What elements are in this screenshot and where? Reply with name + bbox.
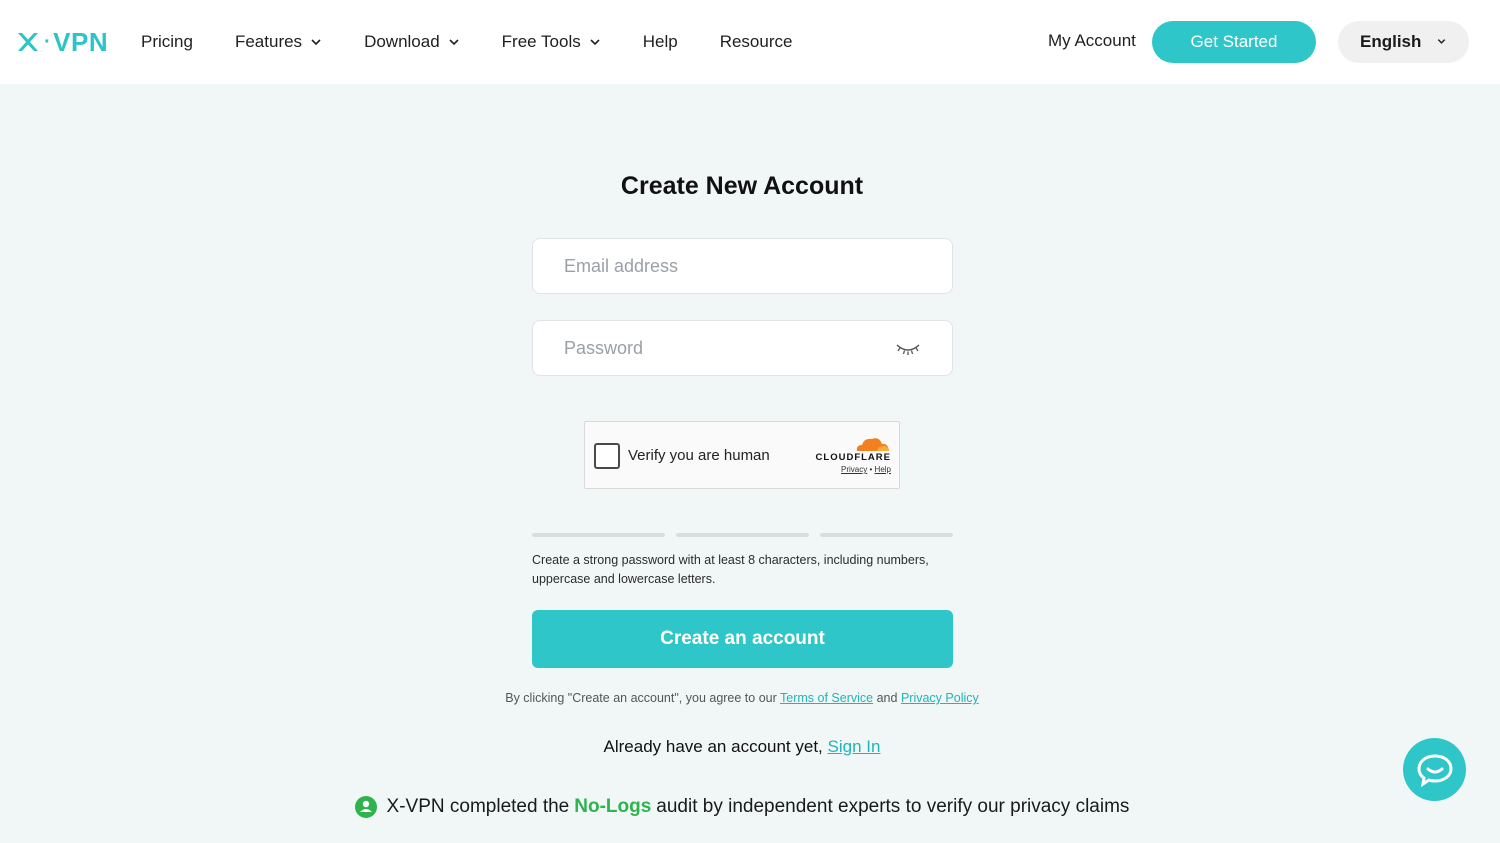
create-account-button[interactable]: Create an account [532,610,953,668]
captcha-label: Verify you are human [628,447,770,464]
password-strength-bar-2 [676,533,809,537]
terms-notice: By clicking "Create an account", you agr… [0,691,1484,705]
x-logo-icon [18,33,38,51]
terms-of-service-link[interactable]: Terms of Service [780,691,873,705]
password-strength-bar-3 [820,533,953,537]
terms-prefix: By clicking "Create an account", you agr… [505,691,777,705]
chevron-down-icon [449,39,459,46]
password-input[interactable] [533,321,952,375]
nav-item-download[interactable]: Download [364,32,460,52]
nav-item-pricing[interactable]: Pricing [141,32,193,52]
cloudflare-captcha: Verify you are human CLOUDFLARE Privacy … [584,421,900,489]
logo-text: VPN [53,26,109,57]
nav-label: Help [642,32,678,51]
audit-suffix: audit by independent experts to verify o… [656,796,1130,817]
privacy-policy-link[interactable]: Privacy Policy [901,691,979,705]
nav-label: Features [234,32,303,51]
terms-and: and [876,691,898,705]
password-hint: Create a strong password with at least 8… [532,553,929,586]
password-field-wrapper [532,320,953,376]
get-started-button[interactable]: Get Started [1152,21,1316,63]
no-logs-audit-banner: X-VPN completed the No-Logs audit by ind… [0,796,1484,818]
captcha-privacy-link[interactable]: Privacy [841,465,867,474]
nav-label: Resource [719,32,793,51]
chevron-down-icon [311,39,321,46]
email-field-wrapper [532,238,953,294]
nav-label: Pricing [141,32,193,51]
captcha-checkbox[interactable] [594,443,620,469]
nav-label: Free Tools [501,32,581,51]
cloudflare-wordmark: CLOUDFLARE [815,452,891,463]
nav-item-help[interactable]: Help [643,32,678,52]
no-logs-highlight[interactable]: No-Logs [574,796,651,818]
logo-dot: · [44,30,52,53]
nav-item-features[interactable]: Features [235,32,322,52]
chevron-down-icon [1437,39,1446,44]
captcha-links: Privacy • Help [811,465,891,474]
page-title: Create New Account [620,172,864,200]
cloudflare-branding: CLOUDFLARE Privacy • Help [811,434,891,478]
signin-prefix: Already have an account yet, [603,737,823,756]
cloudflare-cloud-icon [856,438,889,451]
nav-label: Download [364,32,440,51]
language-selector[interactable]: English [1338,21,1469,63]
chevron-down-icon [590,39,600,46]
language-label: English [1360,32,1422,51]
chat-support-button[interactable] [1403,738,1466,801]
audit-prefix: X-VPN completed the [386,796,570,817]
captcha-help-link[interactable]: Help [875,465,891,474]
top-header: · VPN Pricing Features Download Free Too… [0,0,1500,84]
verified-user-icon [354,796,377,818]
captcha-separator: • [869,465,873,474]
chat-bubble-icon [1416,753,1453,787]
nav-item-free-tools[interactable]: Free Tools [502,32,601,52]
signin-prompt: Already have an account yet, Sign In [0,737,1484,757]
main-nav: Pricing Features Download Free Tools Hel… [141,0,834,84]
email-input[interactable] [533,239,952,293]
nav-item-resource[interactable]: Resource [720,32,793,52]
eye-closed-icon[interactable] [896,342,920,356]
sign-in-link[interactable]: Sign In [828,737,881,756]
my-account-link[interactable]: My Account [1048,31,1136,51]
password-strength-bar-1 [532,533,665,537]
xvpn-logo[interactable]: · VPN [16,26,108,58]
